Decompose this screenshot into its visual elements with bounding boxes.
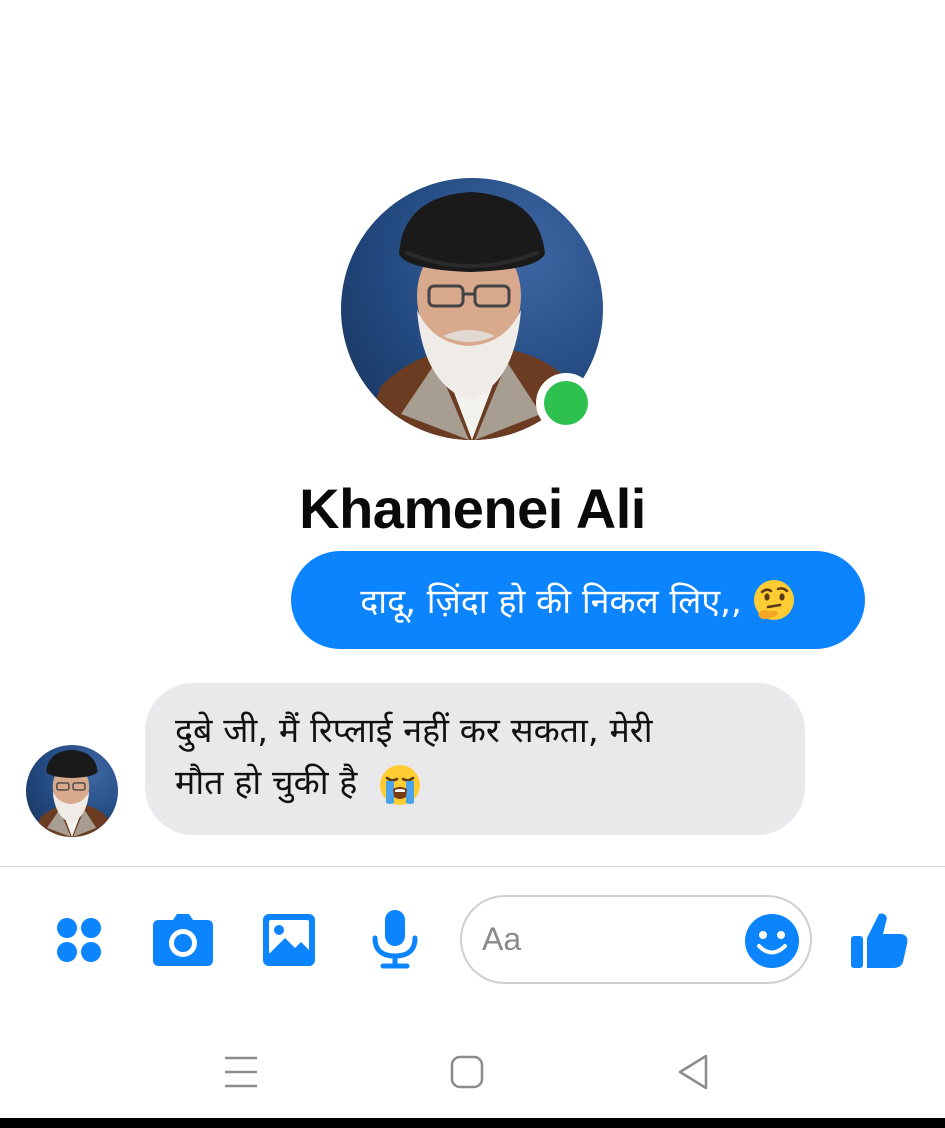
thinking-face-emoji: [753, 580, 794, 620]
thumbs-up-icon[interactable]: [847, 908, 911, 972]
loudly-crying-face-emoji: [380, 764, 421, 805]
recent-apps-icon[interactable]: [219, 1050, 263, 1094]
message-text-line-2: मौत हो चुकी है: [175, 757, 775, 809]
message-incoming[interactable]: दुबे जी, मैं रिप्लाई नहीं कर सकता, मेरी …: [145, 683, 805, 835]
message-text: मौत हो चुकी है: [175, 763, 358, 803]
portrait-illustration-small: [33, 749, 114, 837]
more-apps-icon[interactable]: [47, 908, 111, 972]
message-input-placeholder: Aa: [482, 921, 522, 957]
gallery-icon[interactable]: [257, 908, 321, 972]
message-text: दादू, ज़िंदा हो की निकल लिए,,: [360, 582, 742, 622]
back-icon[interactable]: [672, 1050, 716, 1094]
composer-divider: [0, 866, 945, 867]
home-icon[interactable]: [445, 1050, 489, 1094]
message-input[interactable]: Aa: [460, 895, 812, 984]
contact-name: Khamenei Ali: [299, 477, 646, 540]
microphone-icon[interactable]: [363, 908, 427, 972]
message-text-line-1: दुबे जी, मैं रिप्लाई नहीं कर सकता, मेरी: [175, 711, 653, 751]
message-outgoing[interactable]: दादू, ज़िंदा हो की निकल लिए,,: [291, 551, 865, 649]
online-status-dot: [536, 373, 596, 433]
emoji-icon[interactable]: [744, 913, 800, 969]
sender-avatar[interactable]: [26, 745, 118, 837]
camera-icon[interactable]: [151, 908, 215, 972]
screen-bottom-edge: [0, 1118, 945, 1128]
